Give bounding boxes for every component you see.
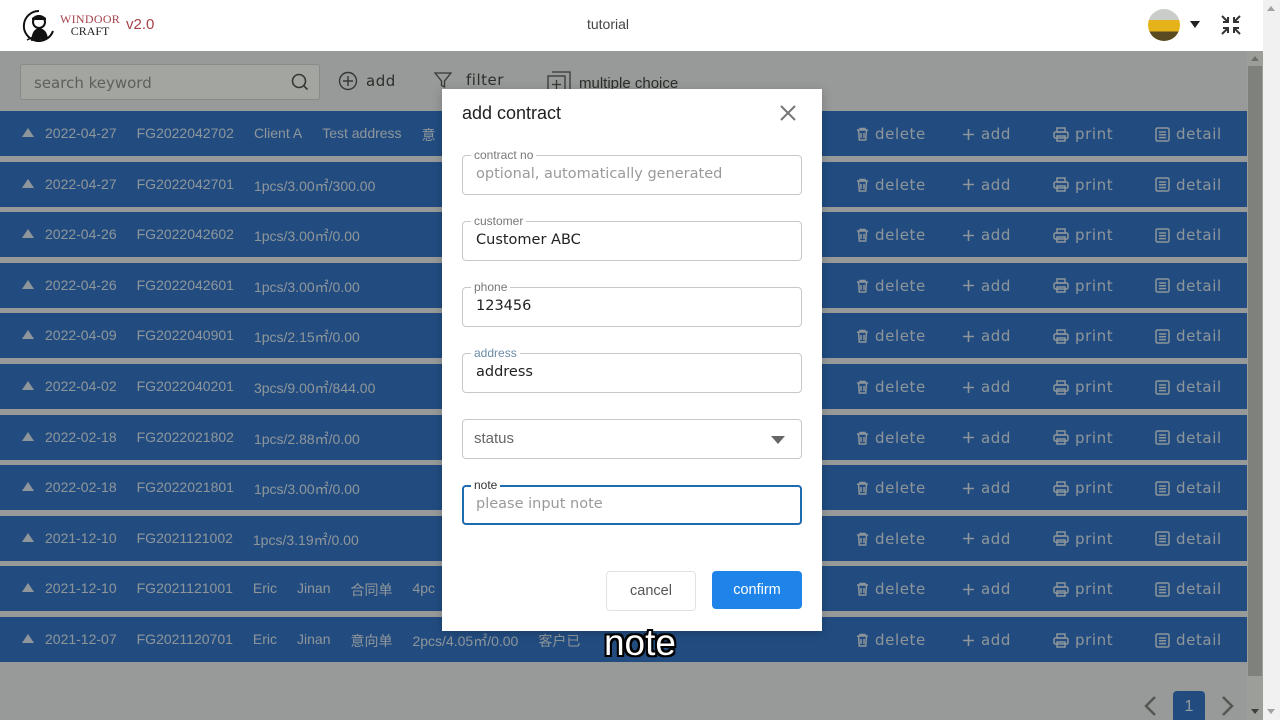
dropdown-arrow-icon[interactable] [771, 436, 785, 444]
status-value: status [474, 430, 515, 447]
note-input[interactable] [474, 495, 788, 513]
close-icon[interactable] [778, 103, 798, 123]
shrink-icon[interactable] [1220, 14, 1242, 36]
note-label: note [471, 478, 501, 492]
phone-field[interactable]: phone [462, 280, 802, 327]
page-title: tutorial [586, 16, 630, 32]
customer-label: customer [471, 214, 527, 228]
address-input[interactable] [474, 363, 788, 381]
window-scrollbar[interactable] [1263, 0, 1280, 720]
user-avatar[interactable] [1148, 9, 1180, 41]
caret-down-icon[interactable] [1190, 21, 1200, 28]
phone-input[interactable] [474, 297, 788, 315]
dialog-title: add contract [462, 103, 562, 123]
address-label: address [471, 346, 520, 360]
add-contract-dialog: add contract contract no customer phone … [442, 89, 822, 631]
note-field[interactable]: note [462, 478, 802, 525]
address-field[interactable]: address [462, 346, 802, 393]
video-caption: note [603, 622, 676, 663]
contract-no-input[interactable] [474, 165, 788, 183]
window-scroll-up-icon[interactable] [1267, 6, 1275, 11]
cancel-button[interactable]: cancel [606, 571, 696, 611]
contract-no-field[interactable]: contract no [462, 148, 802, 195]
window-scroll-down-icon[interactable] [1267, 709, 1275, 714]
top-bar: WINDOOR CRAFT v2.0 tutorial [0, 0, 1280, 51]
status-select[interactable]: status [462, 419, 802, 459]
customer-field[interactable]: customer [462, 214, 802, 261]
phone-label: phone [471, 280, 511, 294]
confirm-button[interactable]: confirm [712, 571, 802, 609]
contract-no-label: contract no [471, 148, 537, 162]
customer-input[interactable] [474, 231, 788, 249]
